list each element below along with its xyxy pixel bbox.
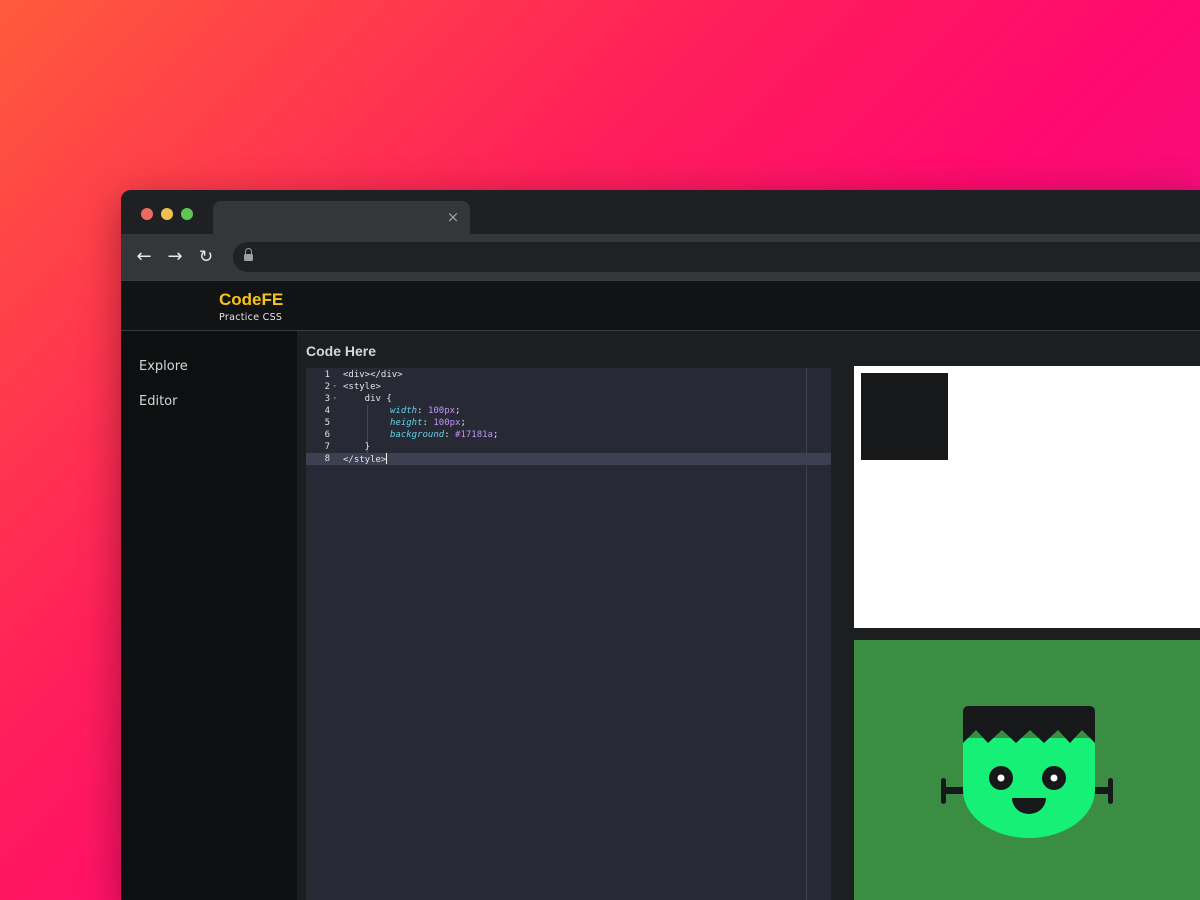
- target-preview: [854, 640, 1200, 900]
- close-window-button[interactable]: [141, 208, 153, 220]
- preview-rendered-box: [861, 373, 948, 460]
- line-number: 4: [324, 406, 330, 416]
- code-line: background: #17181a;: [390, 430, 499, 440]
- minimize-window-button[interactable]: [161, 208, 173, 220]
- sidebar-item-explore[interactable]: Explore: [139, 359, 188, 374]
- code-line: width: 100px;: [390, 406, 461, 416]
- code-line: }: [343, 442, 371, 452]
- code-line: height: 100px;: [390, 418, 466, 428]
- code-line: div {: [343, 394, 392, 404]
- line-number: 5: [324, 418, 330, 428]
- app-header: CodeFE Practice CSS: [121, 280, 1200, 331]
- code-line: <div></div>: [343, 370, 403, 380]
- browser-tab[interactable]: ×: [213, 201, 470, 234]
- line-number: 1: [324, 370, 330, 380]
- sidebar: Explore Editor: [121, 331, 297, 900]
- fold-arrow-icon[interactable]: ▾: [333, 393, 337, 405]
- code-line: <style>: [343, 382, 381, 392]
- maximize-window-button[interactable]: [181, 208, 193, 220]
- fold-arrow-icon[interactable]: ▾: [333, 381, 337, 393]
- code-editor[interactable]: 1 2 3 4 5 6 7 ▾ ▾ 8 <div></div> <style> …: [306, 368, 831, 900]
- line-number: 8: [324, 454, 330, 464]
- sidebar-item-editor[interactable]: Editor: [139, 394, 177, 409]
- back-arrow-icon[interactable]: ←: [132, 245, 156, 269]
- output-preview: [854, 366, 1200, 628]
- browser-titlebar: ×: [121, 190, 1200, 234]
- print-margin: [806, 368, 807, 900]
- line-number: 7: [324, 442, 330, 452]
- reload-icon[interactable]: ↻: [194, 245, 218, 269]
- line-number: 3: [324, 394, 330, 404]
- line-number: 2: [324, 382, 330, 392]
- address-bar[interactable]: [233, 242, 1200, 272]
- brand-tagline: Practice CSS: [219, 312, 283, 323]
- line-number: 6: [324, 430, 330, 440]
- browser-window: × ← → ↻ CodeFE Practice CSS Explore Edit…: [121, 190, 1200, 900]
- tab-close-icon[interactable]: ×: [444, 208, 462, 226]
- code-heading: Code Here: [306, 343, 377, 359]
- lock-icon: [244, 248, 253, 262]
- text-cursor: [386, 453, 388, 464]
- frankenstein-monster-icon: [941, 706, 1113, 838]
- browser-toolbar: ← → ↻: [121, 234, 1200, 280]
- forward-arrow-icon[interactable]: →: [163, 245, 187, 269]
- code-line: </style>: [343, 453, 388, 465]
- editor-gutter: 1 2 3 4 5 6 7 ▾ ▾: [306, 368, 343, 900]
- main-content: Code Here 1 2 3 4 5 6 7 ▾ ▾ 8 <div></div…: [297, 331, 1200, 900]
- brand-logo-text[interactable]: CodeFE: [219, 290, 283, 310]
